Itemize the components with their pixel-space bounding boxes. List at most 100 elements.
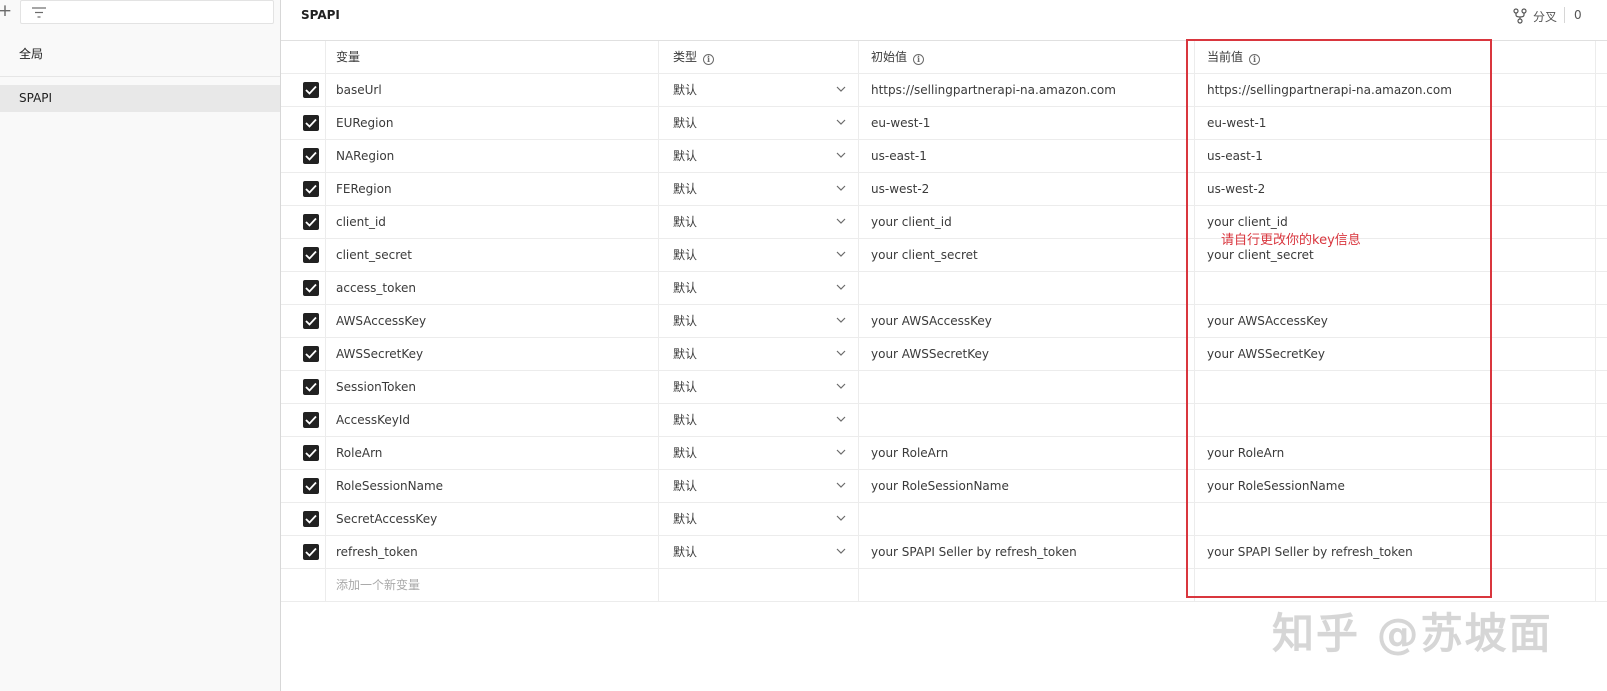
- row-checkbox-cell: [281, 404, 326, 436]
- initial-value-input[interactable]: your RoleArn: [859, 437, 1195, 469]
- initial-value-input[interactable]: [859, 272, 1195, 304]
- variable-key-input[interactable]: AccessKeyId: [326, 404, 659, 436]
- initial-value-input[interactable]: your SPAPI Seller by refresh_token: [859, 536, 1195, 568]
- initial-value-input[interactable]: your AWSSecretKey: [859, 338, 1195, 370]
- type-dropdown[interactable]: 默认: [659, 140, 859, 172]
- type-dropdown[interactable]: 默认: [659, 305, 859, 337]
- current-value-input[interactable]: your RoleArn: [1195, 437, 1596, 469]
- row-checkbox-cell: [281, 503, 326, 535]
- type-dropdown[interactable]: 默认: [659, 536, 859, 568]
- type-dropdown[interactable]: 默认: [659, 107, 859, 139]
- current-value-input[interactable]: your SPAPI Seller by refresh_token: [1195, 536, 1596, 568]
- current-value-input[interactable]: us-east-1: [1195, 140, 1596, 172]
- row-checkbox[interactable]: [303, 115, 319, 131]
- type-dropdown[interactable]: 默认: [659, 371, 859, 403]
- variable-key-input[interactable]: AWSAccessKey: [326, 305, 659, 337]
- type-dropdown[interactable]: 默认: [659, 503, 859, 535]
- initial-value-input[interactable]: your client_secret: [859, 239, 1195, 271]
- chevron-down-icon: [836, 383, 846, 389]
- header-checkbox-cell: [281, 41, 326, 73]
- initial-value-input[interactable]: your RoleSessionName: [859, 470, 1195, 502]
- current-value-input[interactable]: [1195, 272, 1596, 304]
- current-value-input[interactable]: your RoleSessionName: [1195, 470, 1596, 502]
- current-value-input[interactable]: eu-west-1: [1195, 107, 1596, 139]
- row-checkbox[interactable]: [303, 346, 319, 362]
- type-dropdown[interactable]: 默认: [659, 74, 859, 106]
- variable-key-input[interactable]: RoleSessionName: [326, 470, 659, 502]
- fork-button[interactable]: 分叉: [1513, 5, 1557, 27]
- row-checkbox[interactable]: [303, 214, 319, 230]
- row-spacer: [1596, 503, 1607, 535]
- current-value-input[interactable]: [1195, 404, 1596, 436]
- variable-key-input[interactable]: AWSSecretKey: [326, 338, 659, 370]
- variable-key-input[interactable]: FERegion: [326, 173, 659, 205]
- row-checkbox[interactable]: [303, 379, 319, 395]
- initial-value-input[interactable]: https://sellingpartnerapi-na.amazon.com: [859, 74, 1195, 106]
- variables-table: 变量 类型 i 初始值 i 当前值 i baseUrl 默认 https://sell…: [281, 40, 1607, 602]
- initial-value-input[interactable]: us-east-1: [859, 140, 1195, 172]
- current-value-input[interactable]: https://sellingpartnerapi-na.amazon.com: [1195, 74, 1596, 106]
- row-checkbox[interactable]: [303, 181, 319, 197]
- initial-value-input[interactable]: [859, 404, 1195, 436]
- initial-value-input[interactable]: [859, 371, 1195, 403]
- current-value-input[interactable]: your AWSSecretKey: [1195, 338, 1596, 370]
- plus-icon[interactable]: +: [0, 0, 13, 24]
- variable-key-input[interactable]: EURegion: [326, 107, 659, 139]
- type-dropdown[interactable]: 默认: [659, 272, 859, 304]
- initial-value-input[interactable]: [859, 503, 1195, 535]
- current-value-input[interactable]: [1195, 503, 1596, 535]
- info-icon[interactable]: i: [703, 54, 715, 65]
- initial-value-input[interactable]: us-west-2: [859, 173, 1195, 205]
- row-checkbox-cell: [281, 206, 326, 238]
- type-dropdown[interactable]: 默认: [659, 206, 859, 238]
- current-value-input[interactable]: us-west-2: [1195, 173, 1596, 205]
- add-variable-input[interactable]: 添加一个新变量: [326, 569, 659, 601]
- initial-value-input[interactable]: your AWSAccessKey: [859, 305, 1195, 337]
- variable-key-input[interactable]: RoleArn: [326, 437, 659, 469]
- row-checkbox-cell: [281, 536, 326, 568]
- chevron-down-icon: [836, 449, 846, 455]
- sidebar-item-spapi[interactable]: SPAPI: [0, 85, 280, 112]
- initial-value-input[interactable]: your client_id: [859, 206, 1195, 238]
- initial-value-input[interactable]: eu-west-1: [859, 107, 1195, 139]
- type-dropdown[interactable]: 默认: [659, 470, 859, 502]
- filter-icon[interactable]: [31, 6, 47, 19]
- variable-key-input[interactable]: NARegion: [326, 140, 659, 172]
- variable-key-input[interactable]: refresh_token: [326, 536, 659, 568]
- type-value: 默认: [673, 314, 698, 328]
- type-dropdown[interactable]: 默认: [659, 173, 859, 205]
- type-dropdown[interactable]: 默认: [659, 239, 859, 271]
- checkmark-icon: [305, 448, 317, 458]
- row-checkbox[interactable]: [303, 82, 319, 98]
- row-checkbox[interactable]: [303, 247, 319, 263]
- chevron-down-icon: [836, 317, 846, 323]
- current-value-input[interactable]: [1195, 371, 1596, 403]
- sidebar-global-label[interactable]: 全局: [19, 45, 43, 63]
- type-dropdown[interactable]: 默认: [659, 437, 859, 469]
- variable-key-input[interactable]: SessionToken: [326, 371, 659, 403]
- type-dropdown[interactable]: 默认: [659, 338, 859, 370]
- row-checkbox[interactable]: [303, 313, 319, 329]
- environment-title[interactable]: SPAPI: [301, 8, 340, 22]
- row-spacer: [1596, 173, 1607, 205]
- sidebar-filter-input[interactable]: [20, 0, 274, 24]
- variable-key-input[interactable]: baseUrl: [326, 74, 659, 106]
- row-checkbox[interactable]: [303, 478, 319, 494]
- type-dropdown[interactable]: 默认: [659, 404, 859, 436]
- row-checkbox[interactable]: [303, 412, 319, 428]
- row-spacer: [1596, 272, 1607, 304]
- variable-key-input[interactable]: SecretAccessKey: [326, 503, 659, 535]
- variable-key-input[interactable]: client_id: [326, 206, 659, 238]
- current-value-input[interactable]: your AWSAccessKey: [1195, 305, 1596, 337]
- type-value: 默认: [673, 248, 698, 262]
- info-icon[interactable]: i: [913, 54, 925, 65]
- row-checkbox[interactable]: [303, 280, 319, 296]
- row-checkbox[interactable]: [303, 511, 319, 527]
- info-icon[interactable]: i: [1249, 54, 1261, 65]
- sidebar-divider: [0, 76, 280, 77]
- variable-key-input[interactable]: access_token: [326, 272, 659, 304]
- row-checkbox[interactable]: [303, 544, 319, 560]
- row-checkbox[interactable]: [303, 148, 319, 164]
- row-checkbox[interactable]: [303, 445, 319, 461]
- variable-key-input[interactable]: client_secret: [326, 239, 659, 271]
